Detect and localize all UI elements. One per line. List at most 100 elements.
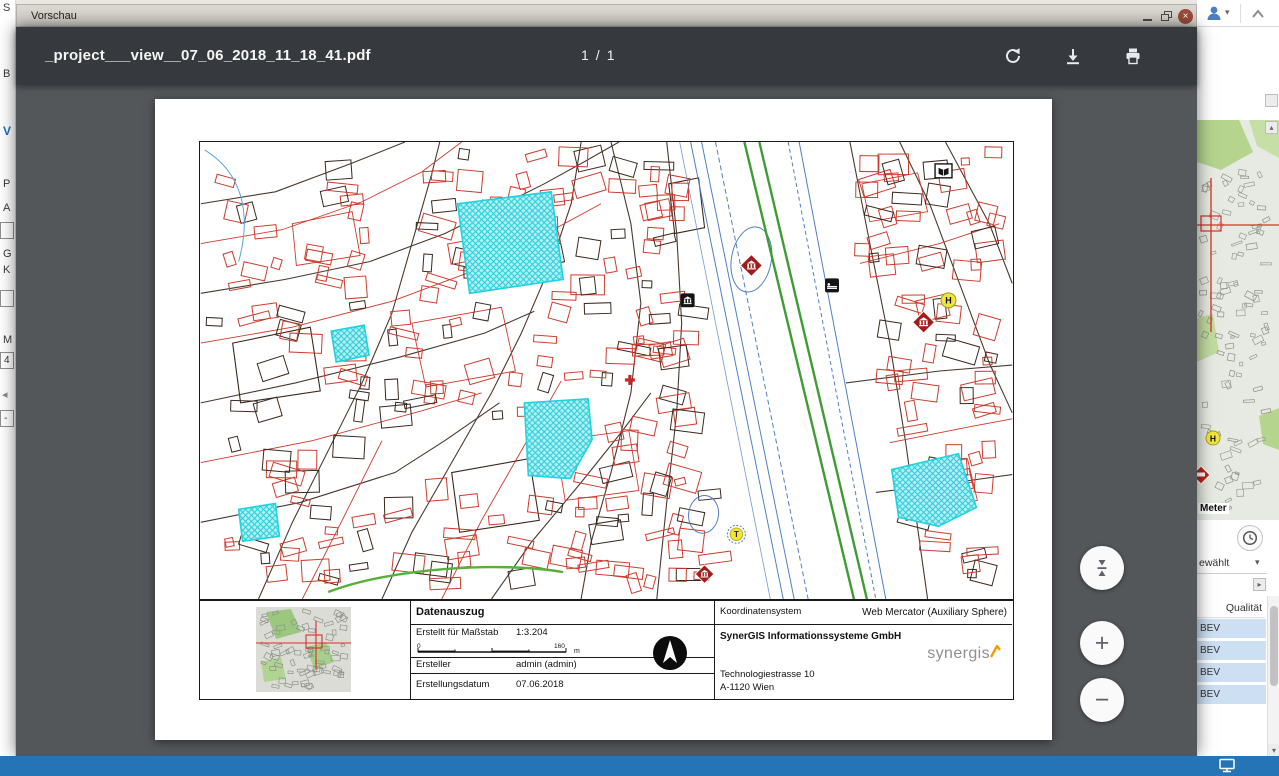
left-input-fragment[interactable]: - <box>0 410 14 427</box>
crs-label: Koordinatensystem <box>720 607 801 617</box>
scale-value: 1:3.204 <box>516 628 548 638</box>
creator-label: Ersteller <box>416 660 516 670</box>
scroll-up-glyph: ▴ <box>1269 123 1273 132</box>
download-button[interactable] <box>1055 38 1091 74</box>
scroll-down-glyph: ▾ <box>1272 746 1276 755</box>
company-address-1: Technologiestrasse 10 <box>720 669 815 680</box>
zoom-in-button[interactable]: + <box>1080 621 1124 665</box>
map-footer-table: Datenauszug Erstellt für Maßstab 1:3.204… <box>199 600 1014 700</box>
scalebar: 0 160 m <box>416 641 594 656</box>
map-graphic: H T <box>200 142 1013 599</box>
print-icon <box>1123 46 1143 66</box>
museum-square-icon <box>681 293 695 307</box>
pdf-page: H T <box>155 99 1052 740</box>
company-name: SynerGIS Informationssysteme GmbH <box>720 631 901 642</box>
left-input-fragment[interactable]: 4 <box>0 352 14 369</box>
user-menu-caret-icon[interactable]: ▾ <box>1225 7 1230 18</box>
footer-thumbnail-cell <box>200 601 411 699</box>
synergis-spark-icon <box>990 645 1002 659</box>
bottom-status-bar <box>0 756 1279 776</box>
map-buildings <box>206 145 1005 593</box>
compass-logo <box>651 634 689 672</box>
footer-title: Datenauszug <box>411 601 714 625</box>
left-fragment: B <box>3 68 10 80</box>
rotate-icon <box>1003 46 1023 66</box>
close-button[interactable]: × <box>1178 9 1193 24</box>
left-fragment: K <box>3 264 10 276</box>
rotate-button[interactable] <box>995 38 1031 74</box>
layer-row[interactable]: BEV <box>1197 663 1266 682</box>
left-fragment: M <box>3 334 12 346</box>
clock-icon <box>1242 530 1258 546</box>
layer-row[interactable]: BEV <box>1197 619 1266 638</box>
left-fragment: P <box>3 178 10 190</box>
print-button[interactable] <box>1115 38 1151 74</box>
synergis-logo: synergis <box>927 645 1002 663</box>
left-fragment: A <box>3 202 10 214</box>
fit-page-icon <box>1092 558 1112 578</box>
meter-label: Meter <box>1198 503 1229 514</box>
pdf-preview-modal: _project___view__07_06_2018_11_18_41.pdf… <box>16 27 1197 756</box>
hospital-marker-icon: H <box>941 293 956 308</box>
left-app-strip: S B V P A G K M 4 ◂ - <box>0 0 16 756</box>
library-book-icon <box>935 164 952 178</box>
crs-value: Web Mercator (Auxiliary Sphere) <box>862 607 1007 618</box>
footer-org-cell: Koordinatensystem Web Mercator (Auxiliar… <box>715 601 1012 699</box>
collapse-panel-icon[interactable] <box>1250 7 1266 19</box>
quality-column-header[interactable]: Qualität <box>1197 600 1265 618</box>
layer-row[interactable]: BEV <box>1197 641 1266 660</box>
date-value: 07.06.2018 <box>516 680 564 690</box>
date-label: Erstellungsdatum <box>416 680 516 690</box>
map-frame: H T <box>199 141 1014 600</box>
restore-button[interactable] <box>1160 10 1173 23</box>
scrollbar-thumb[interactable] <box>1270 606 1278 686</box>
window-title: Vorschau <box>31 10 77 22</box>
scroll-down-button[interactable]: ▾ <box>1268 744 1279 756</box>
monitor-icon[interactable] <box>1218 758 1236 774</box>
pdf-filename: _project___view__07_06_2018_11_18_41.pdf <box>45 47 371 64</box>
left-input-fragment[interactable] <box>0 290 14 307</box>
selection-dropdown-label: ewählt <box>1199 557 1229 569</box>
page-total: 1 <box>607 47 615 63</box>
selection-dropdown[interactable]: ewählt ▾ <box>1197 552 1267 574</box>
svg-text:H: H <box>1210 434 1216 444</box>
user-icon[interactable] <box>1205 4 1223 22</box>
minimize-button[interactable] <box>1141 10 1154 23</box>
scroll-up-button[interactable] <box>1265 94 1278 107</box>
page-number-input[interactable]: 1 <box>581 47 589 63</box>
chevron-down-icon: ▾ <box>1255 557 1260 568</box>
collapse-left-icon[interactable]: ◂ <box>2 388 8 401</box>
left-fragment: V <box>3 124 11 138</box>
svg-text:160: 160 <box>554 643 565 650</box>
selection-polygons <box>239 192 977 541</box>
svg-text:m: m <box>574 648 580 655</box>
scroll-right-glyph: ▸ <box>1257 580 1261 589</box>
overview-map[interactable]: H <box>1197 120 1279 520</box>
page-indicator: 1 / 1 <box>581 47 614 63</box>
company-address-2: A-1120 Wien <box>720 682 774 693</box>
footer-overview-map <box>256 607 351 692</box>
header-divider <box>1240 4 1241 23</box>
fit-page-button[interactable] <box>1080 546 1124 590</box>
app-header-right: ▾ <box>1197 0 1279 27</box>
hospital-marker-icon: H <box>1206 431 1220 445</box>
left-input-fragment[interactable] <box>0 222 14 239</box>
left-fragment: S <box>3 2 10 14</box>
creator-value: admin (admin) <box>516 660 577 670</box>
layer-row[interactable]: BEV <box>1197 685 1266 704</box>
footer-meta-cell: Datenauszug Erstellt für Maßstab 1:3.204… <box>411 601 715 699</box>
vertical-scrollbar[interactable]: ▾ <box>1267 596 1279 756</box>
museum-marker-icon <box>740 255 762 277</box>
download-icon <box>1063 46 1083 66</box>
clock-button[interactable] <box>1237 525 1263 551</box>
svg-text:H: H <box>945 295 951 305</box>
window-titlebar[interactable]: Vorschau × <box>16 4 1197 27</box>
museum-marker-icon <box>913 311 935 333</box>
screen: S B V P A G K M 4 ◂ - ▾ <box>0 0 1279 776</box>
scroll-right-button[interactable]: ▸ <box>1253 578 1266 591</box>
lodging-square-icon <box>825 278 839 292</box>
left-fragment: G <box>3 248 12 260</box>
scroll-up-button[interactable]: ▴ <box>1265 121 1278 134</box>
pdf-toolbar: _project___view__07_06_2018_11_18_41.pdf… <box>16 27 1197 85</box>
zoom-out-button[interactable]: − <box>1080 678 1124 722</box>
